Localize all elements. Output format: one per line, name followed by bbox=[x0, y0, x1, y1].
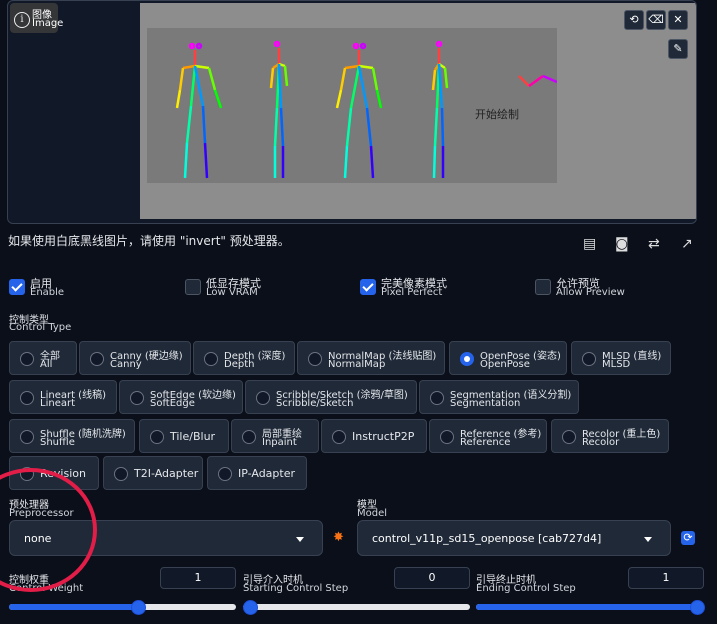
radio-sublabel: Depth bbox=[224, 359, 255, 370]
send-dimensions-icon[interactable]: ↗ bbox=[681, 236, 693, 252]
radio-dot bbox=[562, 430, 576, 444]
radio-dot bbox=[204, 352, 218, 366]
radio-sublabel: NormalMap bbox=[328, 359, 386, 370]
radio-label: T2I-Adapter bbox=[134, 467, 199, 480]
control-type-lineart[interactable]: Lineart (线稿) Lineart bbox=[9, 380, 117, 414]
radio-dot bbox=[20, 352, 34, 366]
model-value: control_v11p_sd15_openpose [cab727d4] bbox=[372, 532, 602, 545]
image-label: i 图像 Image bbox=[10, 3, 63, 33]
radio-label: Tile/Blur bbox=[170, 430, 216, 443]
radio-sublabel: OpenPose bbox=[480, 359, 530, 370]
swap-icon[interactable]: ⇄ bbox=[648, 236, 660, 252]
radio-sublabel: Shuffle bbox=[40, 437, 75, 448]
enable-checkbox[interactable] bbox=[9, 279, 25, 295]
slider-thumb[interactable] bbox=[131, 600, 146, 615]
radio-dot bbox=[440, 430, 454, 444]
radio-dot bbox=[430, 391, 444, 405]
radio-sublabel: All bbox=[40, 359, 53, 370]
radio-dot bbox=[20, 430, 34, 444]
starting-step-input[interactable]: 0 bbox=[394, 567, 470, 589]
chevron-down-icon bbox=[644, 537, 652, 542]
drawing-canvas[interactable]: 开始绘制 bbox=[140, 3, 696, 219]
control-type-scribble[interactable]: Scribble/Sketch (涂鸦/草图) Scribble/Sketch bbox=[245, 380, 417, 414]
brush-icon[interactable]: ✎ bbox=[668, 39, 688, 59]
control-type-segmentation[interactable]: Segmentation (语义分割) Segmentation bbox=[419, 380, 579, 414]
radio-sublabel: Canny bbox=[110, 359, 142, 370]
radio-sublabel: SoftEdge bbox=[150, 398, 195, 409]
radio-sublabel: Lineart bbox=[40, 398, 75, 409]
radio-dot bbox=[460, 352, 474, 366]
control-type-reference[interactable]: Reference (参考) Reference bbox=[429, 419, 547, 453]
radio-dot bbox=[130, 391, 144, 405]
control-type-shuffle[interactable]: Shuffle (随机洗牌) Shuffle bbox=[9, 419, 135, 453]
control-type-canny[interactable]: Canny (硬边缘) Canny bbox=[79, 341, 191, 375]
allow-preview-label-en: Allow Preview bbox=[556, 287, 625, 298]
refresh-icon[interactable]: ⟳ bbox=[681, 531, 695, 545]
radio-dot bbox=[256, 391, 270, 405]
invert-hint: 如果使用白底黑线图片，请使用 "invert" 预处理器。 bbox=[8, 234, 290, 248]
ending-step-slider[interactable] bbox=[476, 600, 705, 615]
close-icon[interactable]: ✕ bbox=[668, 10, 688, 30]
canvas-hint: 开始绘制 bbox=[475, 108, 519, 121]
control-weight-input[interactable]: 1 bbox=[160, 567, 236, 589]
radio-dot bbox=[114, 467, 128, 481]
low-vram-label-en: Low VRAM bbox=[206, 287, 258, 298]
radio-label: IP-Adapter bbox=[238, 467, 296, 480]
radio-dot bbox=[308, 352, 322, 366]
control-type-ip-adapter[interactable]: IP-Adapter bbox=[207, 456, 307, 490]
control-type-mlsd[interactable]: MLSD (直线) MLSD bbox=[571, 341, 671, 375]
control-type-normalmap[interactable]: NormalMap (法线贴图) NormalMap bbox=[297, 341, 445, 375]
starting-step-slider[interactable] bbox=[243, 600, 470, 615]
control-type-inpaint[interactable]: 局部重绘 Inpaint bbox=[231, 419, 319, 453]
enable-label-en: Enable bbox=[30, 287, 65, 298]
slider-fill bbox=[9, 604, 138, 610]
control-type-recolor[interactable]: Recolor (重上色) Recolor bbox=[551, 419, 669, 453]
control-type-instructp2p[interactable]: InstructP2P bbox=[321, 419, 427, 453]
radio-sublabel: MLSD bbox=[602, 359, 631, 370]
pixel-perfect-checkbox[interactable] bbox=[360, 279, 376, 295]
radio-sublabel: Recolor bbox=[582, 437, 620, 448]
control-weight-slider[interactable] bbox=[9, 600, 236, 615]
undo-icon[interactable]: ⟲ bbox=[624, 10, 644, 30]
radio-dot bbox=[90, 352, 104, 366]
pixel-perfect-label-en: Pixel Perfect bbox=[381, 287, 443, 298]
control-type-all[interactable]: 全部 All bbox=[9, 341, 77, 375]
camera-icon[interactable]: ◙ bbox=[615, 236, 629, 252]
radio-label: InstructP2P bbox=[352, 430, 415, 443]
explosion-icon[interactable]: ✸ bbox=[333, 530, 344, 545]
model-label-en: Model bbox=[357, 508, 388, 519]
radio-dot bbox=[582, 352, 596, 366]
image-label-en: Image bbox=[32, 18, 64, 29]
radio-sublabel: Inpaint bbox=[262, 437, 297, 448]
control-type-t2i-adapter[interactable]: T2I-Adapter bbox=[103, 456, 203, 490]
radio-dot bbox=[218, 467, 232, 481]
allow-preview-checkbox[interactable] bbox=[535, 279, 551, 295]
radio-sublabel: Reference bbox=[460, 437, 511, 448]
eraser-icon[interactable]: ⌫ bbox=[646, 10, 666, 30]
new-canvas-icon[interactable]: ▤ bbox=[583, 236, 596, 252]
radio-dot bbox=[150, 430, 164, 444]
radio-sublabel: Scribble/Sketch bbox=[276, 398, 354, 409]
chevron-down-icon bbox=[296, 537, 304, 542]
image-panel: 开始绘制 i 图像 Image ⟲ ⌫ ✕ ✎ bbox=[7, 0, 697, 224]
radio-sublabel: Segmentation bbox=[450, 398, 521, 409]
slider-fill bbox=[476, 604, 703, 610]
radio-dot bbox=[20, 391, 34, 405]
radio-dot bbox=[242, 430, 256, 444]
info-icon: i bbox=[14, 12, 30, 28]
radio-dot bbox=[332, 430, 346, 444]
slider-thumb[interactable] bbox=[690, 600, 705, 615]
model-dropdown[interactable]: control_v11p_sd15_openpose [cab727d4] bbox=[357, 520, 671, 556]
slider-thumb[interactable] bbox=[243, 600, 258, 615]
control-type-openpose[interactable]: OpenPose (姿态) OpenPose bbox=[449, 341, 567, 375]
ending-step-input[interactable]: 1 bbox=[628, 567, 704, 589]
control-type-tile[interactable]: Tile/Blur bbox=[139, 419, 229, 453]
control-type-softedge[interactable]: SoftEdge (软边缘) SoftEdge bbox=[119, 380, 243, 414]
control-type-label-en: Control Type bbox=[9, 322, 72, 333]
starting-step-label-en: Starting Control Step bbox=[243, 583, 349, 594]
control-type-depth[interactable]: Depth (深度) Depth bbox=[193, 341, 295, 375]
ending-step-label-en: Ending Control Step bbox=[476, 583, 576, 594]
low-vram-checkbox[interactable] bbox=[185, 279, 201, 295]
